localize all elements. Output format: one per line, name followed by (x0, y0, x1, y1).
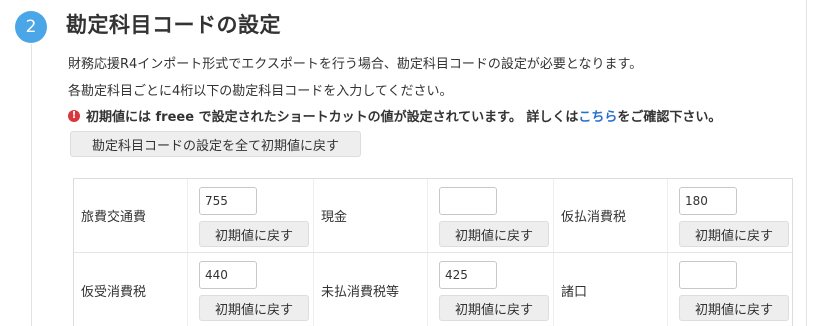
account-cell: 諸口 初期値に戻す (554, 253, 794, 326)
account-code-input[interactable] (439, 261, 497, 289)
exclamation-circle-icon: ! (68, 109, 80, 122)
account-code-control: 初期値に戻す (188, 179, 314, 252)
reset-to-default-button[interactable]: 初期値に戻す (679, 295, 789, 321)
account-code-control: 初期値に戻す (668, 253, 794, 326)
reset-to-default-button[interactable]: 初期値に戻す (439, 295, 549, 321)
account-name-label: 仮払消費税 (554, 179, 668, 252)
account-code-input[interactable] (199, 187, 257, 215)
reset-to-default-button[interactable]: 初期値に戻す (439, 221, 549, 247)
description-line-1: 財務応援R4インポート形式でエクスポートを行う場合、勘定科目コードの設定が必要と… (68, 57, 643, 72)
account-name-label: 旅費交通費 (74, 179, 188, 252)
page-right-border (806, 0, 807, 326)
reset-all-to-defaults-button[interactable]: 勘定科目コードの設定を全て初期値に戻す (70, 131, 361, 157)
details-link[interactable]: こちら (578, 106, 617, 125)
account-code-input[interactable] (679, 187, 737, 215)
account-name-label: 未払消費税等 (314, 253, 428, 326)
account-code-settings-page: 2 勘定科目コードの設定 財務応援R4インポート形式でエクスポートを行う場合、勘… (0, 0, 814, 326)
account-cell: 仮払消費税 初期値に戻す (554, 179, 794, 252)
section-left-rule (31, 44, 32, 326)
account-cell: 現金 初期値に戻す (314, 179, 554, 252)
account-name-label: 仮受消費税 (74, 253, 188, 326)
account-cell: 仮受消費税 初期値に戻す (74, 253, 314, 326)
step-number-badge: 2 (15, 11, 47, 43)
reset-to-default-button[interactable]: 初期値に戻す (679, 221, 789, 247)
account-code-control: 初期値に戻す (668, 179, 794, 252)
account-code-control: 初期値に戻す (428, 179, 554, 252)
account-cell: 旅費交通費 初期値に戻す (74, 179, 314, 252)
account-code-input[interactable] (439, 187, 497, 215)
account-code-input[interactable] (199, 261, 257, 289)
account-cell: 未払消費税等 初期値に戻す (314, 253, 554, 326)
account-code-input[interactable] (679, 261, 737, 289)
account-code-control: 初期値に戻す (188, 253, 314, 326)
table-row: 旅費交通費 初期値に戻す 現金 初期値に戻す 仮払消費税 初期値に戻す (74, 179, 792, 253)
warning-text-before: 初期値には freee で設定されたショートカットの値が設定されています。 詳し… (86, 110, 579, 125)
account-code-table: 旅費交通費 初期値に戻す 現金 初期値に戻す 仮払消費税 初期値に戻す (73, 178, 793, 326)
table-row: 仮受消費税 初期値に戻す 未払消費税等 初期値に戻す 諸口 初期値に戻す (74, 253, 792, 326)
reset-to-default-button[interactable]: 初期値に戻す (199, 221, 309, 247)
account-name-label: 諸口 (554, 253, 668, 326)
account-code-control: 初期値に戻す (428, 253, 554, 326)
description-line-2: 各勘定科目ごとに4桁以下の勘定科目コードを入力してください。 (68, 84, 453, 99)
account-name-label: 現金 (314, 179, 428, 252)
reset-to-default-button[interactable]: 初期値に戻す (199, 295, 309, 321)
warning-text-after: をご確認下さい。 (617, 110, 722, 125)
warning-message: ! 初期値には freee で設定されたショートカットの値が設定されています。 … (68, 106, 721, 125)
section-title: 勘定科目コードの設定 (66, 13, 281, 37)
